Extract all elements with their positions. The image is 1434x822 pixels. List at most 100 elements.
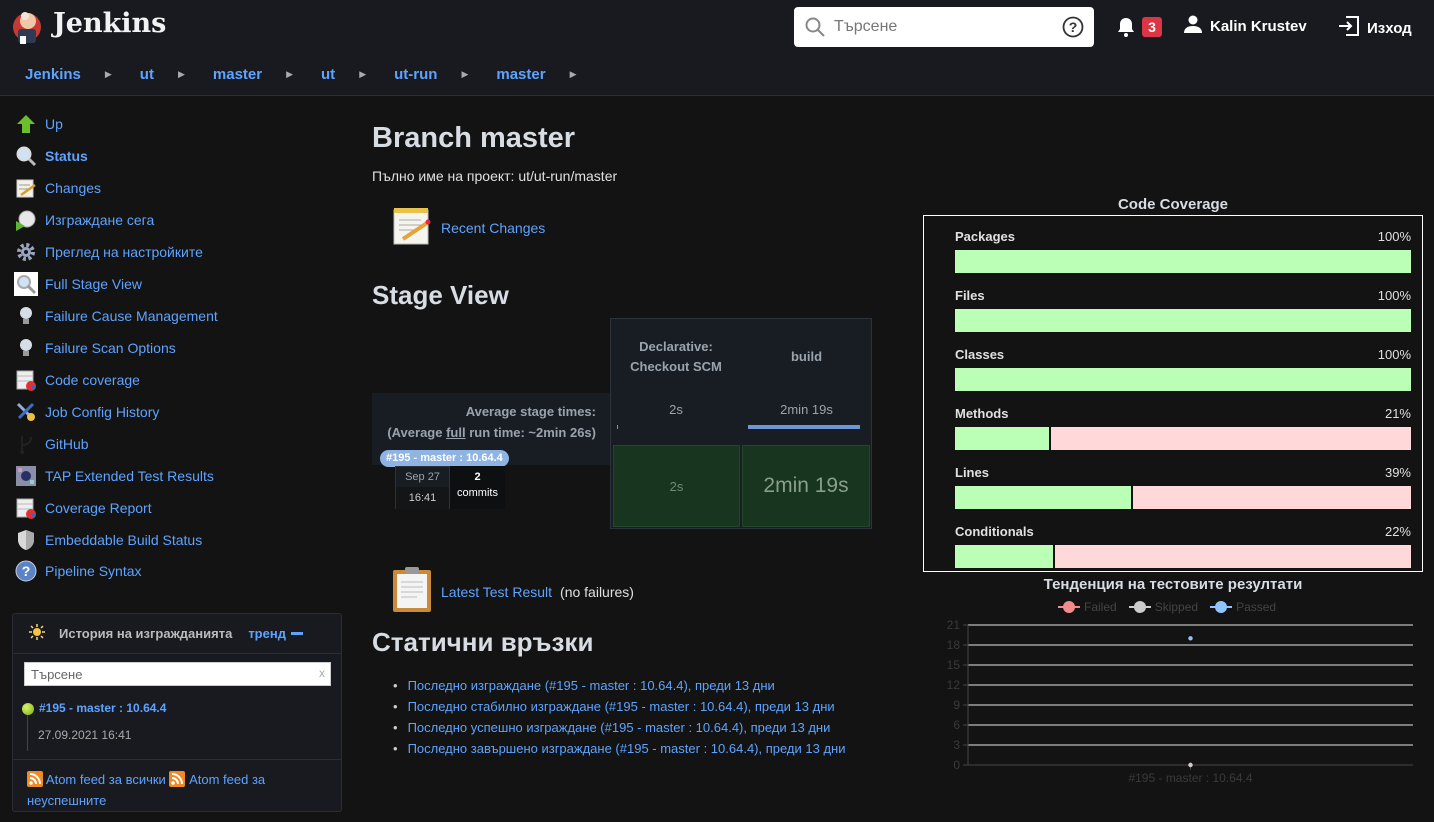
coverage-bar-fill — [955, 309, 1411, 332]
breadcrumb-item[interactable]: ut — [321, 66, 335, 83]
stage-avg-time: 2min 19s — [780, 402, 833, 417]
task-tap-results[interactable]: TAP Extended Test Results — [14, 464, 214, 488]
coverage-percent: 100% — [1377, 288, 1411, 303]
coverage-panel[interactable]: Packages 100% Files 100% Classes 100% Me… — [923, 215, 1423, 572]
task-label[interactable]: Изграждане сега — [45, 212, 154, 228]
run-date-time: 16:41 — [396, 487, 449, 509]
full-link[interactable]: full — [446, 425, 466, 440]
run-link[interactable]: #195 - master : 10.64.4 — [386, 452, 503, 464]
test-trend-chart[interactable]: 0 3 6 9 12 15 18 21 #195 - master : 10.64.4 — [923, 615, 1423, 795]
user-icon — [1184, 15, 1202, 37]
task-label[interactable]: Full Stage View — [45, 276, 142, 292]
rss-feed-icon — [169, 771, 186, 787]
run-commits[interactable]: 2 commits — [450, 466, 505, 509]
help-icon[interactable]: ? — [1062, 16, 1084, 41]
build-search-input[interactable] — [25, 663, 305, 685]
chevron-right-icon[interactable]: ▶ — [570, 69, 577, 80]
task-configure[interactable]: Преглед на настройките — [14, 240, 203, 264]
permalink-link[interactable]: Последно успешно изграждане (#195 - mast… — [408, 720, 831, 735]
legend-item-passed[interactable]: Passed — [1210, 600, 1276, 614]
stage-header: Declarative: Checkout SCM — [630, 338, 722, 374]
breadcrumb-item[interactable]: master — [213, 66, 262, 83]
latest-test-result-link[interactable]: Latest Test Result — [441, 584, 552, 600]
chevron-right-icon[interactable]: ▶ — [178, 69, 185, 80]
task-label[interactable]: Code coverage — [45, 372, 140, 388]
svg-text:?: ? — [1069, 19, 1078, 35]
latest-test-result: Latest Test Result (no failures) — [391, 566, 634, 617]
permalinks-title: Статични връзки — [372, 627, 594, 657]
task-label[interactable]: Changes — [45, 180, 101, 196]
y-tick-label: 6 — [953, 718, 960, 732]
task-label[interactable]: Status — [45, 148, 88, 164]
task-label[interactable]: Преглед на настройките — [45, 244, 203, 260]
logout-link[interactable]: Изход — [1337, 15, 1412, 41]
user-link[interactable]: Kalin Krustev — [1184, 15, 1307, 37]
y-tick-label: 15 — [947, 658, 961, 672]
task-embeddable-build-status[interactable]: Embeddable Build Status — [14, 528, 202, 552]
chevron-right-icon[interactable]: ▶ — [461, 69, 468, 80]
legend-item-failed[interactable]: Failed — [1058, 600, 1117, 614]
task-label[interactable]: Pipeline Syntax — [45, 563, 142, 579]
task-build-now[interactable]: Изграждане сега — [14, 208, 154, 232]
breadcrumb-item[interactable]: master — [496, 66, 545, 83]
collapse-icon[interactable] — [290, 632, 303, 635]
task-label[interactable]: Up — [45, 116, 63, 132]
task-github[interactable]: GitHub — [14, 432, 89, 456]
jenkins-logo-icon[interactable] — [12, 7, 44, 47]
notification-badge[interactable]: 3 — [1142, 17, 1162, 37]
permalink-link[interactable]: Последно стабилно изграждане (#195 - mas… — [408, 699, 835, 714]
clear-search-icon[interactable]: x — [319, 666, 325, 680]
permalink-link[interactable]: Последно изграждане (#195 - master : 10.… — [408, 678, 775, 693]
task-label[interactable]: Failure Scan Options — [45, 340, 176, 356]
task-failure-scan-options[interactable]: Failure Scan Options — [14, 336, 176, 360]
task-label[interactable]: GitHub — [45, 436, 89, 452]
breadcrumb-item[interactable]: ut — [140, 66, 154, 83]
task-failure-cause-management[interactable]: Failure Cause Management — [14, 304, 218, 328]
sun-weather-icon — [29, 624, 45, 643]
coverage-report-icon — [14, 496, 38, 520]
stage-cell-success[interactable]: 2s — [613, 445, 740, 527]
run-badge[interactable]: #195 - master : 10.64.4 — [380, 450, 509, 467]
breadcrumb-item[interactable]: ut-run — [394, 66, 437, 83]
coverage-percent: 100% — [1377, 347, 1411, 362]
coverage-bar — [955, 250, 1411, 273]
task-code-coverage[interactable]: Code coverage — [14, 368, 140, 392]
y-tick-label: 18 — [947, 638, 961, 652]
task-label[interactable]: Coverage Report — [45, 500, 152, 516]
stage-avg-bar — [748, 425, 860, 429]
chevron-right-icon[interactable]: ▶ — [286, 69, 293, 80]
task-job-config-history[interactable]: Job Config History — [14, 400, 159, 424]
trend-link[interactable]: тренд — [248, 626, 286, 641]
task-up[interactable]: Up — [14, 112, 63, 136]
task-label[interactable]: Embeddable Build Status — [45, 532, 202, 548]
task-status[interactable]: Status — [14, 144, 88, 168]
gear-icon — [14, 240, 38, 264]
task-label[interactable]: TAP Extended Test Results — [45, 468, 214, 484]
task-changes[interactable]: Changes — [14, 176, 101, 200]
coverage-report-icon — [14, 368, 38, 392]
task-label[interactable]: Job Config History — [45, 404, 159, 420]
recent-changes-link[interactable]: Recent Changes — [441, 220, 545, 236]
search-input[interactable] — [834, 15, 1054, 39]
atom-feed-all-link[interactable]: Atom feed за всички — [46, 772, 166, 787]
brand-title[interactable]: Jenkins — [53, 8, 166, 39]
breadcrumb-item[interactable]: Jenkins — [25, 66, 81, 83]
task-label[interactable]: Failure Cause Management — [45, 308, 218, 324]
bell-icon[interactable] — [1116, 16, 1136, 41]
build-link[interactable]: #195 - master : 10.64.4 — [39, 701, 166, 715]
permalink-link[interactable]: Последно завършено изграждане (#195 - ma… — [408, 741, 846, 756]
chevron-right-icon[interactable]: ▶ — [359, 69, 366, 80]
notepad-icon — [391, 205, 433, 250]
legend-item-skipped[interactable]: Skipped — [1128, 600, 1198, 614]
notepad-icon — [14, 176, 38, 200]
task-full-stage-view[interactable]: Full Stage View — [14, 272, 142, 296]
coverage-bar — [955, 545, 1411, 568]
page-header: Jenkins ? 3 Kalin Krustev Изход Jenkins ▶… — [0, 0, 1434, 96]
up-arrow-icon — [14, 112, 38, 136]
task-pipeline-syntax[interactable]: ? Pipeline Syntax — [14, 559, 142, 583]
run-date-day: Sep 27 — [405, 471, 440, 483]
stage-cell-success[interactable]: 2min 19s — [742, 445, 870, 527]
chevron-right-icon[interactable]: ▶ — [105, 69, 112, 80]
task-coverage-report[interactable]: Coverage Report — [14, 496, 152, 520]
stage-view-title: Stage View — [372, 280, 509, 310]
